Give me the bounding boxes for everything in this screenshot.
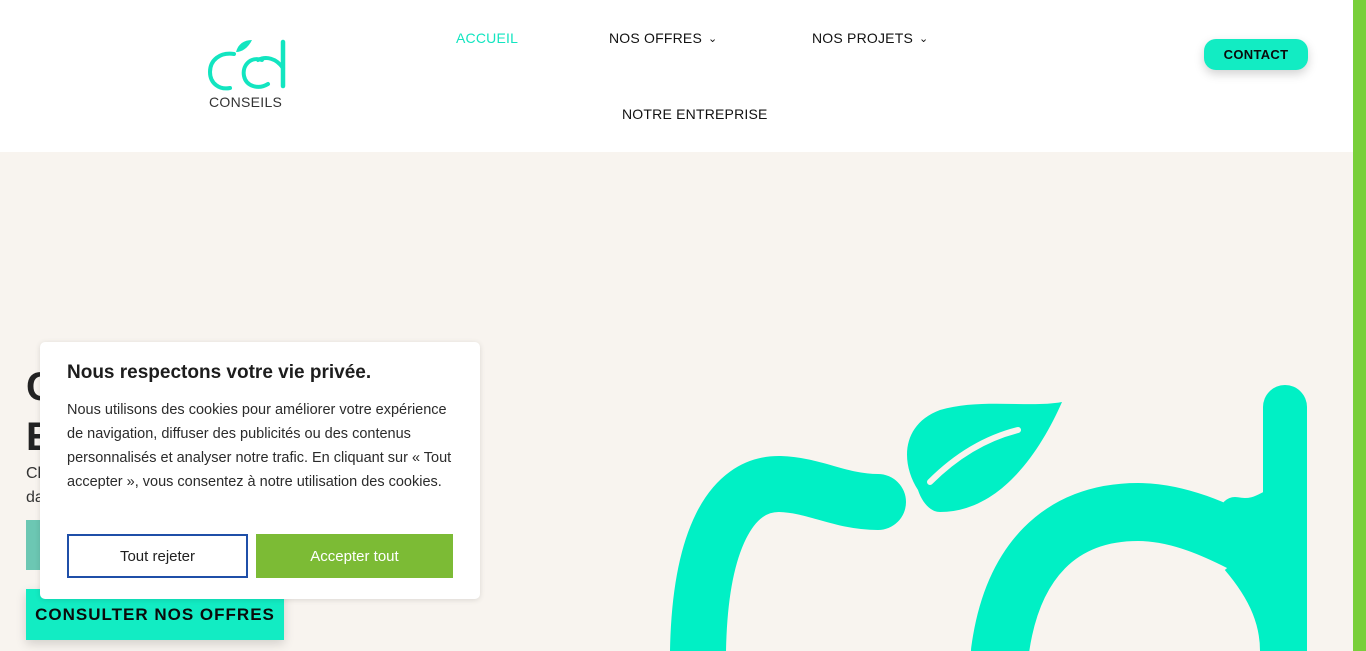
chevron-down-icon: ⌄	[708, 33, 718, 45]
nav-accueil[interactable]: ACCUEIL	[456, 30, 518, 46]
logo-apple-illustration-icon	[670, 385, 1307, 651]
scrollbar[interactable]	[1353, 0, 1366, 651]
nav-accueil-label: ACCUEIL	[456, 30, 519, 46]
contact-button[interactable]: CONTACT	[1204, 39, 1308, 70]
logo-text: CONSEILS	[209, 94, 283, 110]
nav-nos-projets-label: NOS PROJETS	[812, 30, 913, 46]
nav-nos-offres-label: NOS OFFRES	[609, 30, 703, 46]
site-header: CONSEILS ACCUEIL NOS OFFRES ⌄ NOS PROJETS…	[0, 0, 1353, 152]
nav-nos-offres[interactable]: NOS OFFRES ⌄	[609, 30, 717, 46]
nav-notre-entreprise[interactable]: NOTRE ENTREPRISE	[622, 106, 768, 122]
cookie-title: Nous respectons votre vie privée.	[67, 362, 372, 383]
nav-notre-entreprise-label: NOTRE ENTREPRISE	[622, 106, 768, 122]
site-logo[interactable]: CONSEILS	[206, 38, 290, 114]
reject-all-button[interactable]: Tout rejeter	[67, 534, 248, 578]
cookie-description: Nous utilisons des cookies pour améliore…	[67, 402, 452, 490]
chevron-down-icon: ⌄	[919, 33, 929, 45]
accept-all-button[interactable]: Accepter tout	[256, 534, 453, 578]
logo-apple-icon	[207, 39, 286, 91]
cookie-consent-dialog: Nous respectons votre vie privée. Nous u…	[40, 342, 480, 599]
nav-nos-projets[interactable]: NOS PROJETS ⌄	[812, 30, 928, 46]
